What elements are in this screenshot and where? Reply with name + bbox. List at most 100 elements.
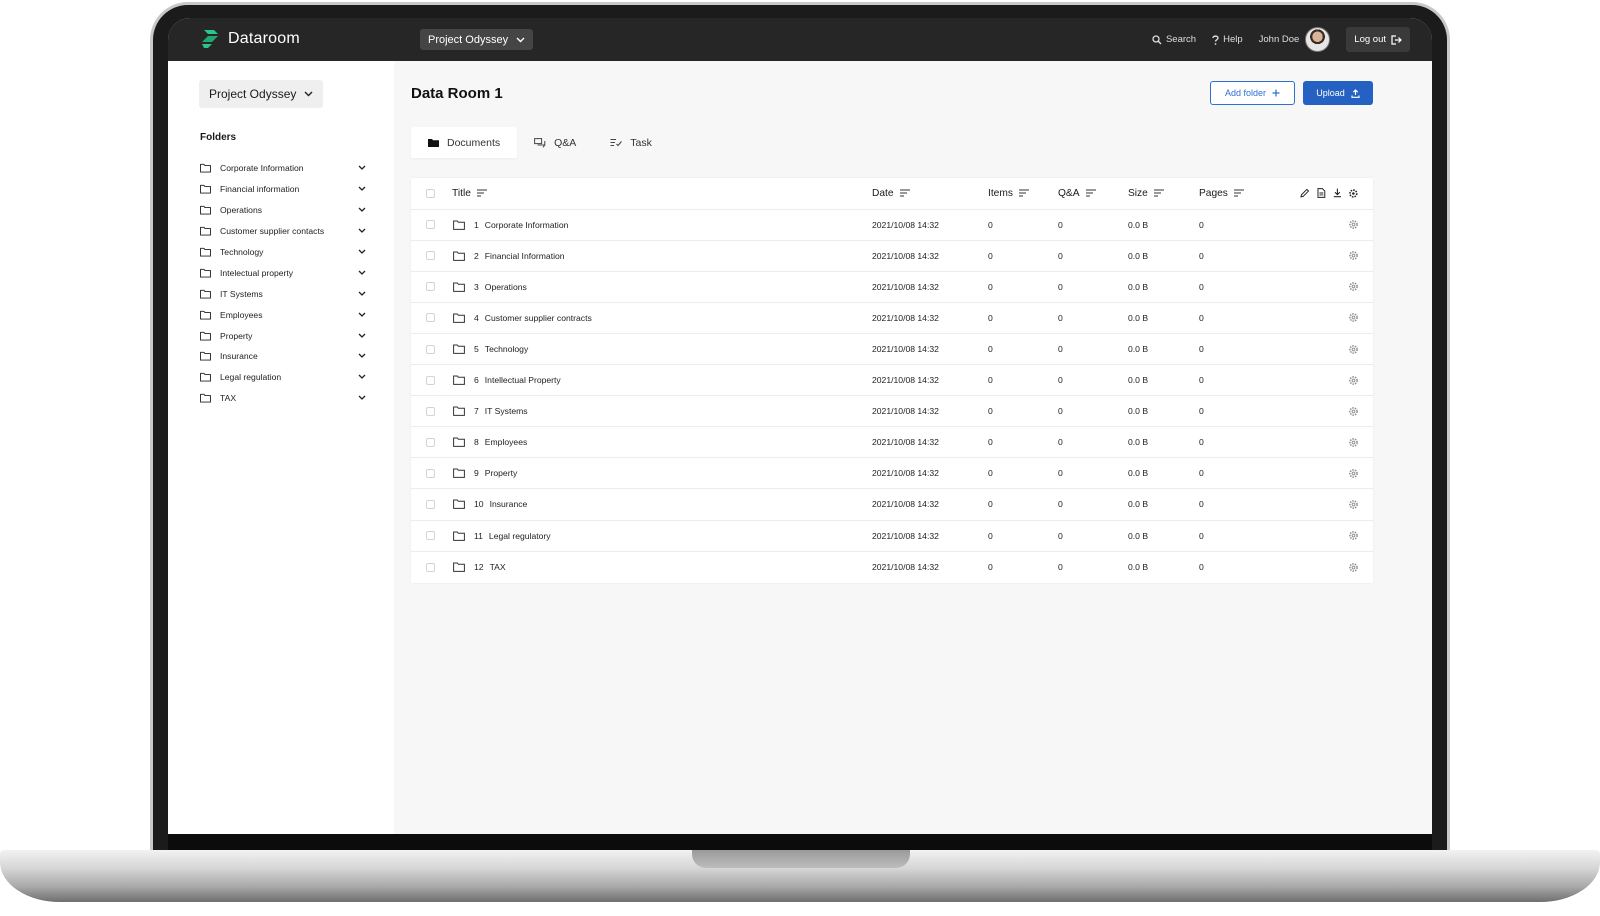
chevron-down-icon[interactable] [358, 228, 366, 234]
add-folder-button[interactable]: Add folder [1210, 81, 1295, 105]
row-title-cell[interactable]: 10 Insurance [452, 499, 872, 509]
chevron-down-icon[interactable] [358, 353, 366, 359]
row-checkbox[interactable] [426, 220, 435, 230]
row-checkbox[interactable] [426, 437, 435, 447]
pages-header[interactable]: Pages [1199, 188, 1293, 199]
gear-icon[interactable] [1348, 312, 1359, 323]
sidebar-folder-item[interactable]: Operations [200, 200, 366, 221]
settings-icon[interactable] [1348, 188, 1359, 199]
chevron-down-icon[interactable] [358, 374, 366, 380]
sidebar-folder-item[interactable]: Financial information [200, 179, 366, 200]
gear-icon[interactable] [1348, 468, 1359, 479]
gear-icon[interactable] [1348, 530, 1359, 541]
help-link[interactable]: Help [1212, 34, 1243, 45]
qa-header[interactable]: Q&A [1058, 188, 1128, 199]
sidebar-folder-item[interactable]: TAX [200, 388, 366, 409]
row-checkbox[interactable] [426, 282, 435, 292]
row-title-cell[interactable]: 5 Technology [452, 344, 872, 354]
tab-task-label: Task [630, 136, 652, 149]
row-title-cell[interactable]: 3 Operations [452, 282, 872, 292]
chevron-down-icon[interactable] [358, 270, 366, 276]
gear-icon[interactable] [1348, 344, 1359, 355]
tab-task[interactable]: Task [593, 127, 669, 158]
row-title-cell[interactable]: 2 Financial Information [452, 251, 872, 261]
gear-icon[interactable] [1348, 499, 1359, 510]
table-row[interactable]: 4 Customer supplier contracts 2021/10/08 1… [411, 303, 1373, 334]
date-header[interactable]: Date [872, 188, 988, 199]
table-row[interactable]: 2 Financial Information 2021/10/08 14:32 0 0… [411, 241, 1373, 272]
chevron-down-icon[interactable] [358, 291, 366, 297]
sidebar-folder-item[interactable]: Employees [200, 304, 366, 325]
table-row[interactable]: 12 TAX 2021/10/08 14:32 0 0 0.0 B 0 [411, 552, 1373, 583]
table-row[interactable]: 5 Technology 2021/10/08 14:32 0 0 0.0 B 0 [411, 334, 1373, 366]
tab-documents[interactable]: Documents [411, 127, 518, 158]
gear-icon[interactable] [1348, 250, 1359, 261]
sidebar-folder-item[interactable]: Corporate Information [200, 158, 366, 179]
upload-button[interactable]: Upload [1303, 81, 1373, 105]
gear-icon[interactable] [1348, 437, 1359, 448]
sidebar-folder-item[interactable]: Customer supplier contacts [200, 221, 366, 242]
size-header[interactable]: Size [1128, 188, 1199, 199]
table-row[interactable]: 8 Employees 2021/10/08 14:32 0 0 0.0 B 0 [411, 427, 1373, 459]
chevron-down-icon[interactable] [358, 186, 366, 192]
table-row[interactable]: 7 IT Systems 2021/10/08 14:32 0 0 0.0 B 0 [411, 396, 1373, 428]
row-title-cell[interactable]: 9 Property [452, 468, 872, 478]
document-icon[interactable] [1317, 188, 1326, 199]
sidebar-folder-item[interactable]: Technology [200, 242, 366, 263]
edit-icon[interactable] [1300, 188, 1310, 198]
row-checkbox[interactable] [426, 313, 435, 323]
row-title-cell[interactable]: 8 Employees [452, 437, 872, 447]
row-title-cell[interactable]: 6 Intellectual Property [452, 375, 872, 385]
row-checkbox[interactable] [426, 468, 435, 478]
chevron-down-icon[interactable] [358, 395, 366, 401]
row-checkbox[interactable] [426, 344, 435, 354]
plus-icon [1272, 89, 1280, 97]
row-checkbox[interactable] [426, 406, 435, 416]
download-icon[interactable] [1333, 188, 1342, 198]
table-row[interactable]: 9 Property 2021/10/08 14:32 0 0 0.0 B 0 [411, 458, 1373, 490]
gear-icon[interactable] [1348, 562, 1359, 573]
gear-icon[interactable] [1348, 375, 1359, 386]
chevron-down-icon[interactable] [358, 333, 366, 339]
title-header[interactable]: Title [452, 188, 872, 199]
row-title-cell[interactable]: 12 TAX [452, 562, 872, 572]
tab-qa[interactable]: Q&A [517, 127, 593, 158]
chevron-down-icon[interactable] [358, 312, 366, 318]
user-menu[interactable]: John Doe [1259, 27, 1331, 52]
sidebar-folder-item[interactable]: Property [200, 325, 366, 346]
folder-icon [200, 352, 211, 361]
table-row[interactable]: 11 Legal regulatory 2021/10/08 14:32 0 0 0.0 … [411, 521, 1373, 552]
row-checkbox[interactable] [426, 375, 435, 385]
search-link[interactable]: Search [1152, 34, 1196, 45]
row-title-cell[interactable]: 4 Customer supplier contracts [452, 313, 872, 323]
sidebar-folder-item[interactable]: IT Systems [200, 283, 366, 304]
chevron-down-icon[interactable] [358, 207, 366, 213]
gear-icon[interactable] [1348, 219, 1359, 230]
table-row[interactable]: 6 Intellectual Property 2021/10/08 14:32 0 0… [411, 365, 1373, 397]
items-header[interactable]: Items [988, 188, 1058, 199]
sidebar-folder-item[interactable]: Legal regulation [200, 367, 366, 388]
row-title-cell[interactable]: 11 Legal regulatory [452, 531, 872, 541]
table-row[interactable]: 1 Corporate Information 2021/10/08 14:32 0 0… [411, 210, 1373, 241]
table-row[interactable]: 10 Insurance 2021/10/08 14:32 0 0 0.0 B 0 [411, 489, 1373, 521]
brand[interactable]: Dataroom [200, 28, 300, 50]
row-checkbox[interactable] [426, 251, 435, 261]
sidebar-project-selector[interactable]: Project Odyssey [199, 80, 324, 108]
sidebar-folder-item[interactable]: Intelectual property [200, 262, 366, 283]
chevron-down-icon[interactable] [358, 249, 366, 255]
logout-button[interactable]: Log out [1346, 27, 1410, 52]
row-checkbox[interactable] [426, 531, 435, 541]
select-all-checkbox[interactable] [426, 188, 435, 198]
row-title-cell[interactable]: 1 Corporate Information [452, 220, 872, 230]
gear-icon[interactable] [1348, 406, 1359, 417]
brand-name: Dataroom [228, 30, 300, 47]
gear-icon[interactable] [1348, 281, 1359, 292]
row-checkbox[interactable] [426, 562, 435, 572]
row-qa: 0 [1058, 281, 1063, 292]
project-selector[interactable]: Project Odyssey [420, 29, 534, 50]
chevron-down-icon[interactable] [358, 165, 366, 171]
sidebar-folder-item[interactable]: Insurance [200, 346, 366, 367]
table-row[interactable]: 3 Operations 2021/10/08 14:32 0 0 0.0 B 0 [411, 272, 1373, 303]
row-checkbox[interactable] [426, 499, 435, 509]
row-title-cell[interactable]: 7 IT Systems [452, 406, 872, 416]
